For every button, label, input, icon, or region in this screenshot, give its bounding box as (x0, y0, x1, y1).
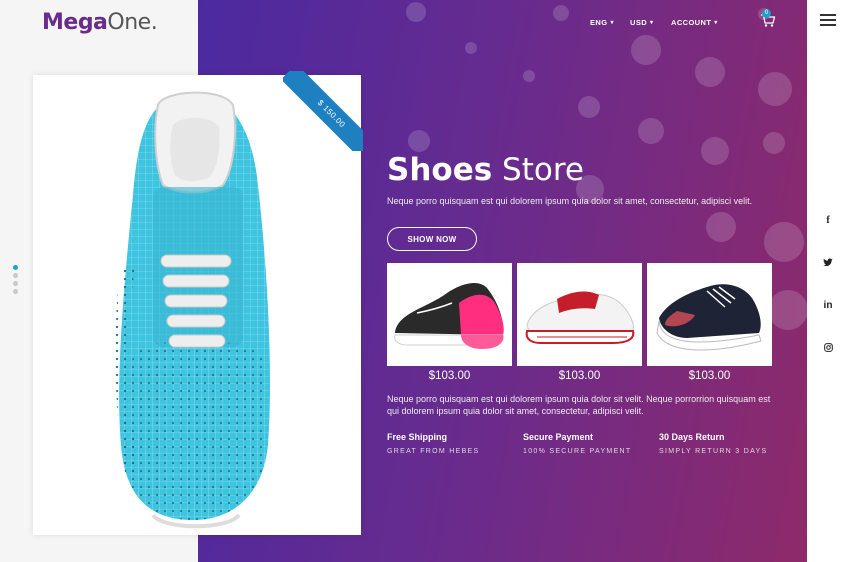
decor-bubble (764, 222, 804, 262)
instagram-glyph (823, 343, 833, 352)
shoe-canvas-navy-image (656, 284, 762, 351)
slider-dot[interactable] (13, 273, 18, 278)
twitter-icon[interactable] (818, 258, 838, 270)
product-price: $103.00 (688, 370, 731, 382)
twitter-bird-icon (823, 258, 833, 267)
decor-bubble (758, 72, 792, 106)
product-thumbnail[interactable] (517, 263, 642, 366)
show-now-button[interactable]: SHOW NOW (387, 227, 477, 251)
feature-subtitle: 100% SECURE PAYMENT (523, 448, 632, 455)
shoe-white-red-image (525, 291, 635, 344)
product-thumbnail[interactable] (647, 263, 772, 366)
decor-bubble (553, 5, 569, 21)
chevron-down-icon: ▾ (610, 20, 614, 26)
title-light: Store (502, 152, 584, 188)
chevron-down-icon: ▾ (714, 20, 718, 26)
page-title: Shoes Store (387, 152, 584, 188)
language-label: ENG (590, 18, 608, 27)
product-price: $103.00 (558, 370, 601, 382)
brand-part1: Mega (42, 10, 108, 35)
feature-title: 30 Days Return (659, 432, 725, 442)
language-selector[interactable]: ENG ▾ (590, 18, 614, 27)
hero-description: Neque porro quisquam est qui dolorem ips… (387, 196, 753, 206)
currency-selector[interactable]: USD ▾ (630, 18, 653, 27)
account-label: ACCOUNT (671, 18, 712, 27)
feature-title: Secure Payment (523, 432, 594, 442)
decor-bubble (578, 96, 600, 118)
price-ribbon-label: $ 150.00 (283, 71, 363, 151)
decor-bubble (408, 130, 430, 152)
cart-button[interactable]: 0 (760, 9, 776, 28)
feature-title: Free Shipping (387, 432, 448, 442)
linkedin-icon[interactable]: in (818, 300, 838, 311)
facebook-icon[interactable]: f (818, 215, 838, 226)
feature-subtitle: SIMPLY RETURN 3 DAYS (659, 448, 768, 455)
instagram-icon[interactable] (818, 343, 838, 355)
decor-bubble (701, 137, 729, 165)
decor-bubble (523, 70, 535, 82)
brand-logo[interactable]: MegaOne. (42, 10, 158, 35)
shoe-pink-black-image (394, 283, 504, 349)
decor-bubble (465, 42, 477, 54)
account-menu[interactable]: ACCOUNT ▾ (671, 18, 718, 27)
product-thumbnail[interactable] (387, 263, 512, 366)
decor-bubble (768, 290, 807, 330)
slider-dot[interactable] (13, 281, 18, 286)
feature-free-shipping: Free Shipping GREAT FROM HEBES (387, 432, 480, 455)
slider-dot[interactable] (13, 265, 18, 270)
slider-dots (13, 265, 18, 294)
feature-secure-payment: Secure Payment 100% SECURE PAYMENT (523, 432, 631, 455)
decor-bubble (695, 57, 725, 87)
title-bold: Shoes (387, 152, 493, 188)
right-rail (807, 0, 850, 562)
brand-part2: One. (107, 10, 158, 35)
chevron-down-icon: ▾ (650, 20, 654, 26)
menu-icon[interactable] (820, 14, 836, 26)
product-price: $103.00 (428, 370, 471, 382)
decor-bubble (706, 212, 736, 242)
secondary-description: Neque porro quisquam est qui dolorem ips… (387, 394, 771, 416)
slider-dot[interactable] (13, 289, 18, 294)
price-ribbon: $ 150.00 (283, 71, 363, 151)
decor-bubble (406, 2, 426, 22)
feature-subtitle: GREAT FROM HEBES (387, 448, 480, 455)
decor-bubble (638, 118, 664, 144)
decor-bubble (631, 35, 661, 65)
decor-bubble (763, 132, 785, 154)
currency-label: USD (630, 18, 648, 27)
feature-30-days-return: 30 Days Return SIMPLY RETURN 3 DAYS (659, 432, 767, 455)
cart-count-badge: 0 (762, 9, 771, 18)
